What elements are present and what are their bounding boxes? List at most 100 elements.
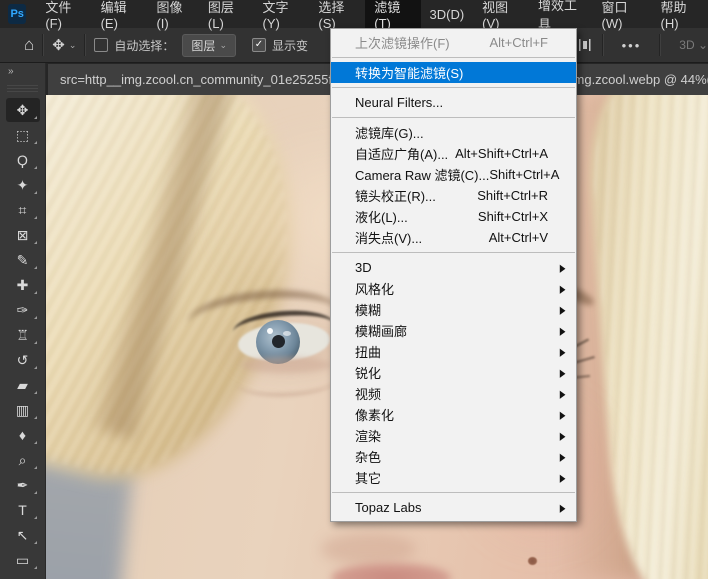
menu-item-shortcut: Alt+Shift+Ctrl+A [455, 146, 576, 161]
photo-mole [528, 557, 537, 565]
lasso-tool-icon: Ϙ [17, 152, 28, 168]
menu-item-label: Camera Raw 滤镜(C)... [355, 165, 489, 184]
show-transform-checkbox[interactable]: ✓ [252, 38, 266, 52]
filter-menu-item-7[interactable]: 滤镜库(G)... [331, 122, 576, 143]
rectangle-tool[interactable]: ▭ [6, 548, 40, 572]
filter-menu-item-14[interactable]: 3D▶ [331, 257, 576, 278]
filter-menu-item-10[interactable]: 镜头校正(R)...Shift+Ctrl+R [331, 185, 576, 206]
distribute-horizontal-centers-icon[interactable] [576, 37, 594, 53]
filter-menu-item-26[interactable]: Topaz Labs ▶ [331, 497, 576, 518]
dodge-tool[interactable]: ⌕ [6, 448, 40, 472]
submenu-arrow-icon: ▶ [560, 261, 566, 274]
menubar-item-5[interactable]: 文字(Y) [254, 0, 310, 28]
filter-menu-item-12[interactable]: 消失点(V)...Alt+Ctrl+V [331, 227, 576, 248]
auto-select-option[interactable]: 自动选择： [94, 37, 174, 54]
tools-panel-grip[interactable] [7, 83, 38, 92]
history-brush-tool[interactable]: ↺ [6, 348, 40, 372]
tools-panel-collapse-icon[interactable]: » [0, 62, 45, 80]
lasso-tool[interactable]: Ϙ [6, 148, 40, 172]
filter-menu-item-22[interactable]: 渲染▶ [331, 425, 576, 446]
show-transform-label: 显示变 [272, 37, 308, 54]
submenu-arrow-icon: ▶ [560, 303, 566, 316]
submenu-arrow-icon: ▶ [560, 345, 566, 358]
menubar-item-8[interactable]: 3D(D) [421, 0, 474, 28]
filter-menu-item-3[interactable]: 转换为智能滤镜(S) [331, 62, 576, 83]
menubar-item-1[interactable]: 文件(F) [36, 0, 91, 28]
menubar-item-4[interactable]: 图层(L) [199, 0, 254, 28]
menubar-item-7[interactable]: 滤镜(T) [365, 0, 420, 28]
filter-menu-item-19[interactable]: 锐化▶ [331, 362, 576, 383]
gradient-tool[interactable]: ▥ [6, 398, 40, 422]
menu-item-label: 模糊画廊 [355, 321, 407, 340]
submenu-arrow-icon: ▶ [560, 408, 566, 421]
filter-menu-item-8[interactable]: 自适应广角(A)...Alt+Shift+Ctrl+A [331, 143, 576, 164]
type-tool[interactable]: T [6, 498, 40, 522]
brush-tool[interactable]: ✑ [6, 298, 40, 322]
filter-menu-item-9[interactable]: Camera Raw 滤镜(C)...Shift+Ctrl+A [331, 164, 576, 185]
crop-tool[interactable]: ⌗ [6, 198, 40, 222]
show-transform-option[interactable]: ✓ 显示变 [252, 37, 308, 54]
menubar-item-3[interactable]: 图像(I) [147, 0, 198, 28]
home-icon[interactable]: ⌂ [24, 35, 34, 55]
menu-item-label: 像素化 [355, 405, 394, 424]
menubar-item-12[interactable]: 帮助(H) [652, 0, 708, 28]
filter-menu-item-21[interactable]: 像素化 ▶ [331, 404, 576, 425]
menu-item-shortcut: Shift+Ctrl+X [478, 209, 576, 224]
filter-menu-item-1[interactable]: 上次滤镜操作(F)Alt+Ctrl+F [331, 32, 576, 53]
filter-menu-item-18[interactable]: 扭曲▶ [331, 341, 576, 362]
chevron-down-icon[interactable]: ⌄ [69, 40, 77, 51]
magic-wand-tool-icon: ✦ [17, 177, 29, 194]
menu-item-shortcut: Shift+Ctrl+A [489, 167, 587, 182]
filter-menu-item-24[interactable]: 其它▶ [331, 467, 576, 488]
tools-list: ✥ ⬚ Ϙ ✦ ⌗⊠✎✚✑ ♖ ↺▰ ▥ ♦ ⌕ ✒T↖▭ [0, 98, 45, 572]
options-separator [659, 34, 661, 56]
menubar-item-6[interactable]: 选择(S) [309, 0, 365, 28]
menubar-item-9[interactable]: 视图(V) [473, 0, 529, 28]
magic-wand-tool[interactable]: ✦ [6, 173, 40, 197]
menubar-item-11[interactable]: 窗口(W) [593, 0, 652, 28]
3d-mode-button[interactable]: 3D ⌄ [679, 38, 708, 52]
eraser-tool[interactable]: ▰ [6, 373, 40, 397]
options-separator [602, 34, 604, 56]
submenu-arrow-icon: ▶ [560, 450, 566, 463]
submenu-arrow-icon: ▶ [560, 366, 566, 379]
auto-select-checkbox[interactable] [94, 38, 108, 52]
menu-item-label: Topaz Labs [355, 500, 422, 515]
photoshop-logo: Ps [8, 4, 26, 24]
move-tool[interactable]: ✥ [6, 98, 40, 122]
eyedropper-tool[interactable]: ✎ [6, 248, 40, 272]
blur-tool[interactable]: ♦ [6, 423, 40, 447]
submenu-arrow-icon: ▶ [560, 324, 566, 337]
healing-brush-tool[interactable]: ✚ [6, 273, 40, 297]
tools-panel: » ✥ ⬚ Ϙ ✦ ⌗⊠✎✚✑ ♖ ↺▰ ▥ ♦ ⌕ ✒T↖▭ [0, 62, 46, 579]
menu-separator [332, 57, 575, 58]
submenu-arrow-icon: ▶ [560, 387, 566, 400]
clone-stamp-tool[interactable]: ♖ [6, 323, 40, 347]
menubar-item-2[interactable]: 编辑(E) [92, 0, 148, 28]
filter-menu-item-11[interactable]: 液化(L)...Shift+Ctrl+X [331, 206, 576, 227]
filter-menu-item-15[interactable]: 风格化▶ [331, 278, 576, 299]
tool-flyout-indicator [34, 216, 37, 219]
clone-stamp-tool-icon: ♖ [16, 327, 29, 344]
menubar-item-10[interactable]: 增效工具 [529, 0, 592, 28]
filter-menu-item-16[interactable]: 模糊▶ [331, 299, 576, 320]
filter-menu-item-17[interactable]: 模糊画廊 ▶ [331, 320, 576, 341]
menu-bar-items: 文件(F)编辑(E)图像(I)图层(L)文字(Y)选择(S)滤镜(T)3D(D)… [36, 0, 708, 28]
frame-tool[interactable]: ⊠ [6, 223, 40, 247]
filter-menu-item-5[interactable]: Neural Filters... [331, 92, 576, 113]
pen-tool[interactable]: ✒ [6, 473, 40, 497]
dodge-tool-icon: ⌕ [19, 452, 27, 469]
gradient-tool-icon: ▥ [16, 402, 29, 419]
menu-item-label: 视频 [355, 384, 381, 403]
menu-item-shortcut: Alt+Ctrl+V [489, 230, 576, 245]
move-tool-preset-icon[interactable]: ✥ [52, 36, 65, 54]
filter-menu-item-23[interactable]: 杂色▶ [331, 446, 576, 467]
move-tool-icon: ✥ [17, 102, 29, 119]
submenu-arrow-icon: ▶ [560, 501, 566, 514]
photo-lips [331, 563, 451, 579]
rectangular-marquee-tool[interactable]: ⬚ [6, 123, 40, 147]
more-options-icon[interactable]: ••• [622, 38, 642, 53]
filter-menu-item-20[interactable]: 视频 ▶ [331, 383, 576, 404]
path-selection-tool[interactable]: ↖ [6, 523, 40, 547]
auto-select-target-dropdown[interactable]: 图层 ⌄ [182, 34, 236, 57]
